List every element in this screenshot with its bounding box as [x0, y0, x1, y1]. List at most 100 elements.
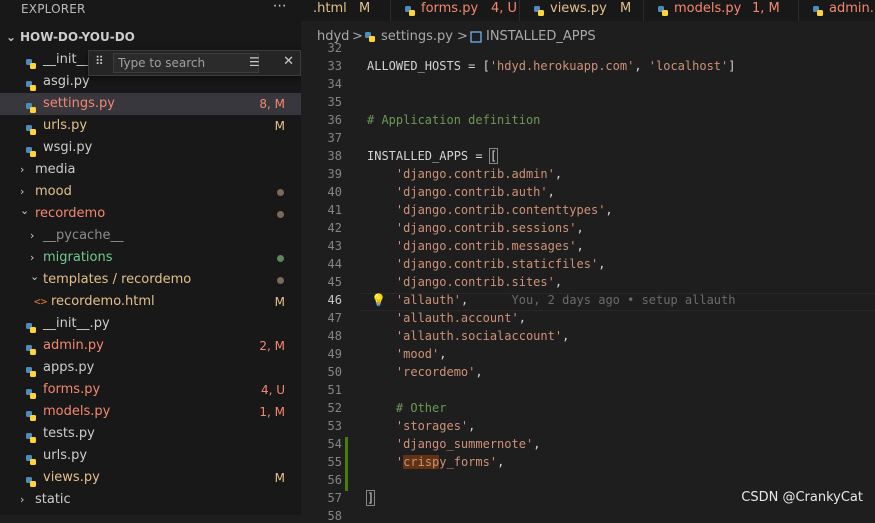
python-icon	[813, 4, 823, 16]
code-line[interactable]: 'django_summernote',	[367, 437, 541, 451]
code-line[interactable]: 'django.contrib.admin',	[367, 167, 562, 181]
tab-status: M	[620, 1, 632, 16]
code-token: ,	[439, 347, 447, 361]
git-added-gutter[interactable]	[345, 455, 348, 473]
code-token: 'django.contrib.sites'	[395, 275, 555, 289]
line-number: 51	[327, 383, 342, 397]
code-line[interactable]: 'django.contrib.sessions',	[367, 221, 584, 235]
tree-item[interactable]: __init__.py	[0, 313, 301, 335]
git-added-gutter[interactable]	[345, 437, 348, 455]
code-token: y_forms'	[439, 455, 498, 469]
code-token: ,	[576, 239, 584, 253]
workspace-root[interactable]: ⌄ HOW-DO-YOU-DO	[0, 27, 301, 47]
tree-item[interactable]: › static	[0, 489, 301, 511]
code-line[interactable]: ALLOWED_HOSTS = ['hdyd.herokuapp.com', '…	[367, 59, 736, 73]
tree-item[interactable]: admin.py 2, M	[0, 335, 301, 357]
code-line[interactable]: ]	[365, 490, 376, 506]
code-token: 'recordemo'	[395, 365, 476, 379]
status-badge: 4, U	[260, 383, 285, 397]
tree-item[interactable]: <> recordemo.html M	[0, 291, 301, 313]
tree-item-label: models.py	[43, 404, 111, 419]
tree-item[interactable]: › __pycache__	[0, 225, 301, 247]
code-token: 'storages'	[395, 419, 469, 433]
breadcrumb-file[interactable]: settings.py	[381, 21, 453, 53]
line-number: 49	[327, 347, 342, 361]
code-line[interactable]: 'allauth.socialaccount',	[367, 329, 569, 343]
tree-item[interactable]: forms.py 4, U	[0, 379, 301, 401]
tree-item[interactable]: ⌄ templates / recordemo	[0, 269, 301, 291]
tree-item[interactable]: › mood	[0, 181, 301, 203]
tree-item[interactable]: wsgi.py	[0, 137, 301, 159]
code-line[interactable]: # Other	[367, 401, 447, 415]
close-icon[interactable]: ✕	[283, 54, 294, 69]
tree-item[interactable]: tests.py	[0, 423, 301, 445]
line-number: 55	[327, 455, 342, 469]
modified-dot-icon	[277, 255, 284, 262]
tree-item[interactable]: › migrations	[0, 247, 301, 269]
code-line[interactable]: 'crispy_forms',	[367, 455, 504, 469]
editor-tabs: .html Mforms.py 4, U views.py Mmodels.py 1, M…	[301, 0, 875, 21]
editor-tab[interactable]: admin.	[799, 0, 875, 21]
line-number: 40	[327, 185, 342, 199]
breadcrumb-separator: >	[457, 29, 468, 44]
editor-tab[interactable]: forms.py 4, U	[391, 0, 520, 21]
tree-item-label: views.py	[43, 470, 100, 485]
line-number: 56	[327, 473, 342, 487]
chevron-right-icon: ›	[30, 229, 35, 242]
code-line[interactable]: 'django.contrib.sites',	[367, 275, 562, 289]
tree-item[interactable]: ⌄ recordemo	[0, 203, 301, 225]
explorer-title: EXPLORER	[21, 2, 86, 16]
search-input[interactable]	[113, 53, 259, 73]
git-added-gutter[interactable]	[345, 473, 348, 491]
code-token: ,	[497, 455, 505, 469]
line-number: 44	[327, 257, 342, 271]
tree-item[interactable]: › media	[0, 159, 301, 181]
tree-item-label: media	[35, 162, 76, 177]
ellipsis-icon[interactable]: ⋯	[273, 0, 287, 15]
editor-tab[interactable]: views.py M	[520, 0, 644, 21]
tab-label: views.py	[550, 1, 607, 16]
python-icon	[26, 121, 36, 135]
code-line[interactable]: # Application definition	[367, 113, 540, 127]
tree-item[interactable]: models.py 1, M	[0, 401, 301, 423]
file-tree: __init__ asgi.py settings.py 8, M urls.py Mws…	[0, 49, 301, 511]
line-number: 35	[327, 95, 342, 109]
code-line[interactable]: 'django.contrib.staticfiles',	[367, 257, 606, 271]
tree-item[interactable]: apps.py	[0, 357, 301, 379]
chevron-down-icon: ⌄	[20, 204, 30, 217]
python-icon	[405, 4, 415, 16]
code-line[interactable]: 'django.contrib.messages',	[367, 239, 584, 253]
tree-item[interactable]: settings.py 8, M	[0, 93, 301, 115]
tree-item-label: templates / recordemo	[43, 272, 192, 287]
watermark: CSDN @CrankyCat	[741, 490, 863, 505]
search-widget: ⠿ ☰ ✕	[88, 50, 301, 76]
tree-item[interactable]: urls.py M	[0, 115, 301, 137]
line-number: 34	[327, 77, 342, 91]
breadcrumb-symbol[interactable]: INSTALLED_APPS	[486, 21, 596, 53]
code-line[interactable]: 'django.contrib.auth',	[367, 185, 555, 199]
code-line[interactable]: 'mood',	[367, 347, 447, 361]
code-line[interactable]: 'recordemo',	[367, 365, 483, 379]
code-line[interactable]: 'allauth.account',	[367, 311, 526, 325]
filter-icon[interactable]: ☰	[249, 55, 260, 69]
tree-item-label: __init__.py	[43, 316, 110, 331]
python-icon	[26, 385, 36, 399]
tree-item[interactable]: views.py M	[0, 467, 301, 489]
drag-grip-icon[interactable]: ⠿	[95, 54, 104, 68]
code-line[interactable]: INSTALLED_APPS = [	[367, 148, 499, 164]
code-line[interactable]: 'storages',	[367, 419, 475, 433]
code-line[interactable]: 'django.contrib.contenttypes',	[367, 203, 613, 217]
python-icon	[26, 99, 36, 113]
line-number: 46	[327, 293, 342, 307]
status-badge: M	[274, 471, 285, 485]
editor-tab[interactable]: models.py 1, M	[644, 0, 799, 21]
code-line[interactable]: 'allauth', You, 2 days ago • setup allau…	[367, 293, 736, 307]
git-blame-annotation: You, 2 days ago • setup allauth	[468, 293, 736, 307]
tree-item[interactable]: urls.py	[0, 445, 301, 467]
editor-tab[interactable]: .html M	[301, 0, 391, 21]
